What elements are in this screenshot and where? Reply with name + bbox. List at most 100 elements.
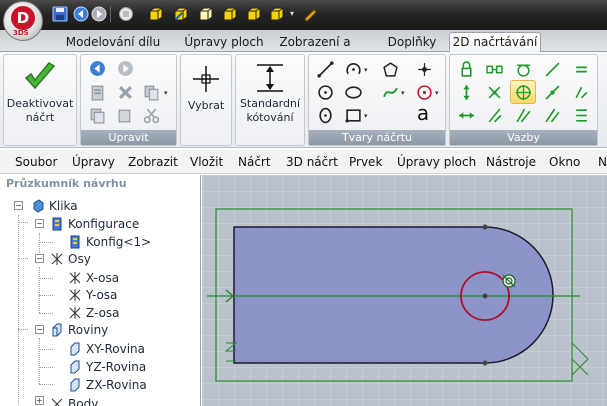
concentric-constraint-marker-icon[interactable] (502, 274, 516, 288)
tangent-constraint-icon[interactable] (512, 59, 534, 79)
menu-surface-editing[interactable]: Úpravy ploch (397, 155, 476, 169)
box-frame-icon[interactable] (268, 5, 285, 22)
tree-item-y-axis[interactable]: Y-osa (68, 286, 117, 303)
tree-item-config-1[interactable]: Konfig<1> (68, 233, 151, 250)
copy-format-icon[interactable] (114, 105, 136, 125)
expander-konfigurace[interactable]: − (35, 219, 44, 228)
group-sketch-shapes: ▾ ▾ ▾ ▾ a Tvary náčrtu (308, 54, 446, 146)
concentric-constraint-icon[interactable] (541, 82, 563, 102)
rectangle-dropdown-icon[interactable]: ▾ (364, 112, 368, 120)
menu-sketch[interactable]: Náčrt (238, 155, 271, 169)
angle-constraint-icon[interactable] (512, 105, 534, 125)
box-toggle-icon[interactable] (221, 5, 238, 22)
align-constraint-icon[interactable] (541, 105, 563, 125)
tree-item-axes[interactable]: Osy (50, 250, 91, 267)
menu-3d-sketch[interactable]: 3D náčrt (286, 155, 338, 169)
menu-tools[interactable]: Nástroje (486, 155, 536, 169)
tree-item-xy-plane[interactable]: XY-Rovina (68, 340, 145, 357)
menu-help[interactable]: N (598, 155, 607, 169)
ellipse-icon[interactable] (342, 82, 364, 102)
menu-window[interactable]: Okno (549, 155, 580, 169)
deactivate-sketch-button[interactable]: Deaktivovat náčrt (4, 61, 76, 125)
select-button[interactable]: Vybrat (181, 64, 231, 113)
group-label-constraints: Vazby (450, 130, 597, 145)
collinear-constraint-icon[interactable] (483, 105, 505, 125)
box-outline-icon[interactable] (197, 5, 214, 22)
save-icon[interactable] (51, 5, 68, 22)
copy-icon[interactable] (86, 105, 108, 125)
center-point-dropdown-icon[interactable]: ▾ (435, 89, 439, 97)
center-point-icon[interactable] (413, 82, 435, 102)
sketch-point[interactable] (482, 293, 488, 299)
paste-dropdown-icon[interactable]: ▾ (164, 89, 168, 97)
vertical-constraint-icon[interactable] (455, 82, 477, 102)
line-icon[interactable] (314, 59, 336, 79)
coincident-constraint-icon[interactable] (483, 59, 505, 79)
spline-icon[interactable] (379, 82, 401, 102)
axis-icon (68, 271, 82, 285)
midpoint-constraint-icon[interactable] (510, 80, 536, 104)
tab-part-modeling[interactable]: Modelování dílu (50, 33, 176, 52)
clipboard-icon[interactable] (86, 82, 108, 102)
undo-icon[interactable] (86, 58, 108, 78)
box-yellow-icon[interactable] (147, 5, 164, 22)
tree-item-z-axis[interactable]: Z-osa (68, 304, 120, 321)
tree-item-part[interactable]: Klika (31, 197, 78, 214)
sketch-canvas[interactable] (202, 175, 607, 406)
menu-file[interactable]: Soubor (15, 155, 57, 169)
horizontal-constraint-icon[interactable] (455, 105, 477, 125)
menu-insert[interactable]: Vložit (190, 155, 223, 169)
standard-dimension-button[interactable]: Standardní kótování (236, 63, 304, 125)
circle-icon[interactable] (314, 82, 336, 102)
expander-klika[interactable]: − (14, 201, 23, 210)
symmetric-constraint-icon[interactable] (570, 82, 592, 102)
group-deactivate: Deaktivovat náčrt (3, 54, 77, 146)
tab-view-analysis[interactable]: Zobrazení a analýza (255, 33, 375, 68)
arc-dropdown-icon[interactable]: ▾ (364, 66, 368, 74)
tree-item-configurations[interactable]: Konfigurace (50, 215, 139, 232)
sketch-point[interactable] (482, 224, 488, 230)
parallel-constraint-icon[interactable] (541, 59, 563, 79)
pencil-icon[interactable] (302, 5, 319, 22)
perpendicular-constraint-icon[interactable] (483, 82, 505, 102)
text-tool-icon[interactable]: a (409, 101, 437, 125)
redo-icon[interactable] (114, 58, 136, 78)
new-block-icon[interactable] (117, 5, 134, 22)
show-constraints-icon[interactable] (570, 105, 592, 125)
box-edit-icon[interactable] (172, 5, 189, 22)
cut-icon[interactable] (140, 105, 162, 125)
rectangle-icon[interactable] (342, 105, 364, 125)
menu-view[interactable]: Zobrazit (128, 155, 178, 169)
polygon-icon[interactable] (379, 59, 401, 79)
paste-icon[interactable] (140, 82, 162, 102)
tree-item-points[interactable]: Body (50, 395, 98, 406)
expander-roviny[interactable]: − (35, 325, 44, 334)
point-icon[interactable] (413, 59, 435, 79)
group-constraints: Vazby (449, 54, 598, 146)
app-logo[interactable]: D 3DS (3, 1, 43, 41)
back-icon[interactable] (72, 5, 89, 22)
equal-constraint-icon[interactable] (570, 59, 592, 79)
menu-feature[interactable]: Prvek (349, 155, 382, 169)
sketch-point[interactable] (482, 360, 488, 366)
tree-item-x-axis[interactable]: X-osa (68, 269, 119, 286)
forward-icon[interactable] (90, 5, 107, 22)
arc-icon[interactable] (342, 59, 364, 79)
box-arrow-icon[interactable] (245, 5, 262, 22)
tab-2d-sketching[interactable]: 2D načrtávání (449, 32, 541, 53)
delete-icon[interactable] (114, 82, 136, 102)
slot-icon[interactable] (314, 105, 336, 125)
fix-constraint-icon[interactable] (455, 59, 477, 79)
expander-body[interactable]: + (35, 396, 44, 405)
expander-osy[interactable]: − (35, 254, 44, 263)
qat-dropdown-icon[interactable]: ▾ (287, 5, 297, 22)
tree-item-planes[interactable]: Roviny (50, 321, 108, 338)
slot-shape[interactable] (233, 226, 554, 364)
menu-edit[interactable]: Úpravy (72, 155, 115, 169)
spline-dropdown-icon[interactable]: ▾ (401, 89, 405, 97)
group-select: Vybrat (180, 54, 232, 146)
tree-item-zx-plane[interactable]: ZX-Rovina (68, 376, 147, 393)
group-edit: ▾ Upravit (80, 54, 177, 146)
tree-item-yz-plane[interactable]: YZ-Rovina (68, 358, 146, 375)
tab-addins[interactable]: Doplňky (380, 33, 444, 52)
